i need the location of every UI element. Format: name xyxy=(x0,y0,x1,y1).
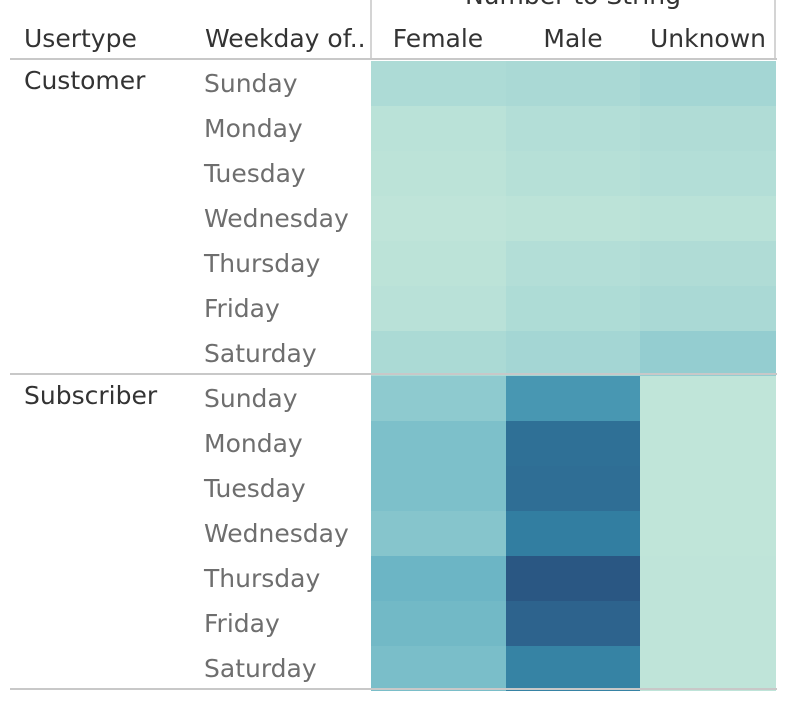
weekday-label: Monday xyxy=(204,429,303,458)
column-group-title: Number to String xyxy=(465,0,681,10)
heatmap-cell[interactable] xyxy=(640,376,776,421)
heatmap-cell[interactable] xyxy=(506,286,640,331)
weekday-label: Wednesday xyxy=(204,519,349,548)
heatmap-cell[interactable] xyxy=(371,106,506,151)
weekday-label: Monday xyxy=(204,114,303,143)
heatmap-cell[interactable] xyxy=(640,646,776,691)
heatmap-cell[interactable] xyxy=(640,601,776,646)
heatmap-cell[interactable] xyxy=(506,466,640,511)
group-label-subscriber: Subscriber xyxy=(24,381,158,410)
group-label-customer: Customer xyxy=(24,66,146,95)
heatmap-cell[interactable] xyxy=(506,601,640,646)
heatmap-chart: Number to String Usertype Weekday of.. F… xyxy=(10,0,777,691)
weekday-label: Thursday xyxy=(203,564,320,593)
heatmap-cell[interactable] xyxy=(506,151,640,196)
heatmap-cell[interactable] xyxy=(640,151,776,196)
weekday-label: Sunday xyxy=(204,384,298,413)
heatmap-cells xyxy=(371,61,776,691)
heatmap-cell[interactable] xyxy=(371,151,506,196)
heatmap-cell[interactable] xyxy=(371,286,506,331)
heatmap-cell[interactable] xyxy=(640,556,776,601)
column-header-female: Female xyxy=(393,24,483,53)
column-header-male: Male xyxy=(543,24,602,53)
heatmap-cell[interactable] xyxy=(371,556,506,601)
weekday-label: Friday xyxy=(204,294,280,323)
heatmap-cell[interactable] xyxy=(506,421,640,466)
heatmap-cell[interactable] xyxy=(640,106,776,151)
column-header-unknown: Unknown xyxy=(650,24,766,53)
heatmap-cell[interactable] xyxy=(506,196,640,241)
heatmap-cell[interactable] xyxy=(371,331,506,376)
heatmap-cell[interactable] xyxy=(506,106,640,151)
weekday-label: Thursday xyxy=(203,249,320,278)
heatmap-cell[interactable] xyxy=(506,331,640,376)
heatmap-cell[interactable] xyxy=(506,241,640,286)
heatmap-cell[interactable] xyxy=(640,421,776,466)
heatmap-cell[interactable] xyxy=(506,511,640,556)
weekday-label: Saturday xyxy=(204,654,317,683)
heatmap-cell[interactable] xyxy=(640,61,776,106)
weekday-label: Tuesday xyxy=(203,159,306,188)
heatmap-cell[interactable] xyxy=(506,61,640,106)
heatmap-cell[interactable] xyxy=(371,241,506,286)
heatmap-cell[interactable] xyxy=(371,466,506,511)
heatmap-cell[interactable] xyxy=(371,646,506,691)
heatmap-cell[interactable] xyxy=(371,421,506,466)
weekday-label: Sunday xyxy=(204,69,298,98)
header-row: Number to String Usertype Weekday of.. F… xyxy=(24,0,766,53)
heatmap-cell[interactable] xyxy=(640,331,776,376)
heatmap-cell[interactable] xyxy=(371,196,506,241)
heatmap-cell[interactable] xyxy=(640,241,776,286)
row-header-usertype: Usertype xyxy=(24,24,137,53)
heatmap-cell[interactable] xyxy=(371,61,506,106)
weekday-label: Saturday xyxy=(204,339,317,368)
heatmap-cell[interactable] xyxy=(506,376,640,421)
weekday-label: Wednesday xyxy=(204,204,349,233)
heatmap-cell[interactable] xyxy=(506,646,640,691)
heatmap-cell[interactable] xyxy=(371,511,506,556)
heatmap-cell[interactable] xyxy=(371,376,506,421)
weekday-label: Tuesday xyxy=(203,474,306,503)
heatmap-cell[interactable] xyxy=(640,466,776,511)
row-header-weekday: Weekday of.. xyxy=(205,24,366,53)
weekday-label: Friday xyxy=(204,609,280,638)
heatmap-cell[interactable] xyxy=(640,286,776,331)
heatmap-cell[interactable] xyxy=(640,196,776,241)
heatmap-cell[interactable] xyxy=(506,556,640,601)
heatmap-cell[interactable] xyxy=(371,601,506,646)
heatmap-cell[interactable] xyxy=(640,511,776,556)
